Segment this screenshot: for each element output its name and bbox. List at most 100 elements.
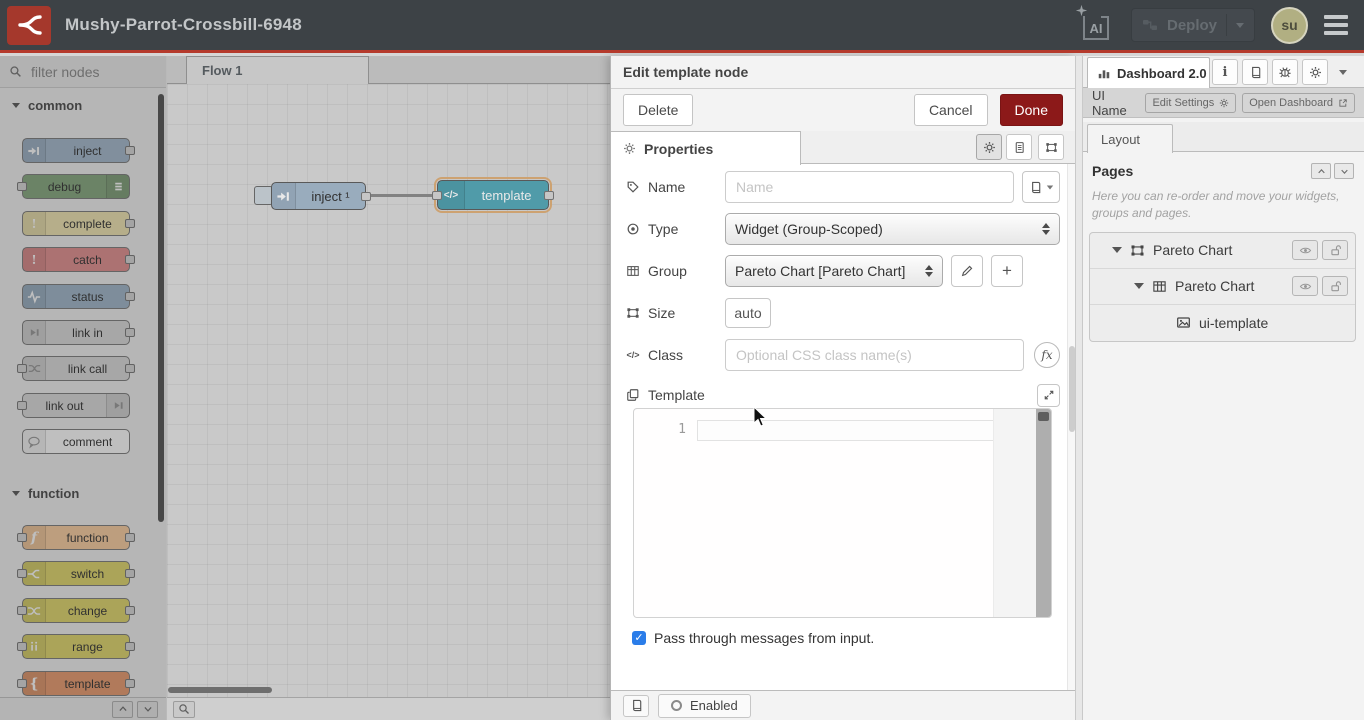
node-port[interactable] <box>125 146 135 155</box>
done-button[interactable]: Done <box>1000 94 1063 126</box>
debug-tab-button[interactable] <box>1272 59 1298 85</box>
node-port[interactable] <box>125 364 135 373</box>
type-select[interactable]: Widget (Group-Scoped) <box>725 213 1060 245</box>
node-port[interactable] <box>17 533 27 542</box>
palette-node-complete[interactable]: ! complete <box>22 211 130 236</box>
edit-settings-button[interactable]: Edit Settings <box>1145 93 1236 113</box>
node-port[interactable] <box>17 182 27 191</box>
config-tab-button[interactable] <box>1302 59 1328 85</box>
tab-properties[interactable]: Properties <box>611 131 801 165</box>
flow-tab[interactable]: Flow 1 <box>186 56 369 84</box>
collapse-all-button[interactable] <box>112 701 133 718</box>
edit-group-button[interactable] <box>951 255 983 287</box>
zoom-search-button[interactable] <box>173 701 195 718</box>
node-port[interactable] <box>125 255 135 264</box>
name-input[interactable] <box>725 171 1014 203</box>
palette-node-status[interactable]: status <box>22 284 130 309</box>
template-code-editor[interactable]: 1 <box>633 408 1052 618</box>
label-options-button[interactable] <box>1022 171 1060 203</box>
horizontal-scrollbar[interactable] <box>168 687 272 693</box>
fx-button[interactable]: fx <box>1034 342 1060 368</box>
expand-editor-button[interactable] <box>1037 384 1060 407</box>
chevron-down-icon[interactable] <box>1134 283 1144 289</box>
node-port[interactable] <box>125 292 135 301</box>
move-up-button[interactable] <box>1311 163 1331 179</box>
palette-node-change[interactable]: change <box>22 598 130 623</box>
palette-node-template[interactable]: { template <box>22 671 130 696</box>
cancel-button[interactable]: Cancel <box>914 94 988 126</box>
canvas-node-template-selected[interactable]: </> template <box>437 180 549 210</box>
sidebar-menu-button[interactable] <box>1333 59 1353 85</box>
node-port[interactable] <box>125 606 135 615</box>
properties-view-button[interactable] <box>976 134 1002 160</box>
palette-category-function[interactable]: function <box>12 486 79 501</box>
node-port[interactable] <box>125 642 135 651</box>
appearance-view-button[interactable] <box>1038 134 1064 160</box>
group-select[interactable]: Pareto Chart [Pareto Chart] <box>725 255 943 287</box>
filter-nodes-input[interactable] <box>29 63 139 81</box>
visibility-button[interactable] <box>1292 276 1318 296</box>
description-view-button[interactable] <box>1006 134 1032 160</box>
wire[interactable] <box>366 194 438 197</box>
passthrough-checkbox[interactable]: ✓ <box>632 631 646 645</box>
deploy-button[interactable]: Deploy <box>1131 8 1255 42</box>
node-port[interactable] <box>125 328 135 337</box>
palette-category-common[interactable]: common <box>12 98 82 113</box>
node-port[interactable] <box>125 533 135 542</box>
move-down-button[interactable] <box>1334 163 1354 179</box>
node-port[interactable] <box>432 191 442 200</box>
delete-button[interactable]: Delete <box>623 94 693 126</box>
class-input[interactable] <box>725 339 1024 371</box>
ai-assistant-button[interactable]: AI <box>1077 8 1115 42</box>
palette-node-range[interactable]: range <box>22 634 130 659</box>
chevron-down-icon[interactable] <box>1112 247 1122 253</box>
node-port[interactable] <box>544 191 554 200</box>
expand-all-button[interactable] <box>137 701 158 718</box>
node-port[interactable] <box>125 679 135 688</box>
canvas-node-inject[interactable]: inject ¹ <box>271 182 366 210</box>
palette-node-debug[interactable]: debug <box>22 174 130 199</box>
info-tab-button[interactable]: i <box>1212 59 1238 85</box>
tab-dashboard-2[interactable]: Dashboard 2.0 <box>1087 57 1210 88</box>
palette-node-catch[interactable]: ! catch <box>22 247 130 272</box>
palette-node-function[interactable]: f function <box>22 525 130 550</box>
node-port[interactable] <box>17 679 27 688</box>
editor-scrollbar[interactable] <box>1036 409 1051 617</box>
flow-canvas[interactable]: inject ¹ </> template <box>167 84 610 697</box>
palette-node-comment[interactable]: comment <box>22 429 130 454</box>
node-port[interactable] <box>361 192 371 201</box>
lock-button[interactable] <box>1322 240 1348 260</box>
sidebar-splitter[interactable] <box>1075 56 1083 720</box>
open-dashboard-button[interactable]: Open Dashboard <box>1242 93 1355 113</box>
layout-tab-label: Layout <box>1101 132 1140 147</box>
add-group-button[interactable]: + <box>991 255 1023 287</box>
category-label: common <box>28 98 82 113</box>
palette-node-link-in[interactable]: link in <box>22 320 130 345</box>
node-port[interactable] <box>125 569 135 578</box>
tree-item-widget-ui-template[interactable]: ui-template <box>1090 305 1355 341</box>
lock-button[interactable] <box>1322 276 1348 296</box>
size-auto-button[interactable]: auto <box>725 298 771 328</box>
node-help-button[interactable] <box>623 695 649 717</box>
node-port[interactable] <box>17 606 27 615</box>
main-menu-button[interactable] <box>1324 15 1348 35</box>
tree-item-page-pareto-chart[interactable]: Pareto Chart <box>1090 233 1355 269</box>
node-port[interactable] <box>17 364 27 373</box>
node-enabled-toggle[interactable]: Enabled <box>658 694 751 718</box>
palette-node-switch[interactable]: switch <box>22 561 130 586</box>
visibility-button[interactable] <box>1292 240 1318 260</box>
node-port[interactable] <box>125 219 135 228</box>
node-port[interactable] <box>17 401 27 410</box>
palette-search[interactable] <box>0 56 166 88</box>
node-port[interactable] <box>17 642 27 651</box>
palette-node-link-call[interactable]: link call <box>22 356 130 381</box>
palette-node-link-out[interactable]: link out <box>22 393 130 418</box>
user-avatar[interactable]: su <box>1271 7 1308 44</box>
node-port[interactable] <box>17 569 27 578</box>
deploy-dropdown-icon[interactable] <box>1236 23 1244 28</box>
palette-scrollbar[interactable] <box>158 94 164 522</box>
tab-layout[interactable]: Layout <box>1087 124 1173 153</box>
tree-item-group-pareto-chart[interactable]: Pareto Chart <box>1090 269 1355 305</box>
help-tab-button[interactable] <box>1242 59 1268 85</box>
palette-node-inject[interactable]: inject <box>22 138 130 163</box>
